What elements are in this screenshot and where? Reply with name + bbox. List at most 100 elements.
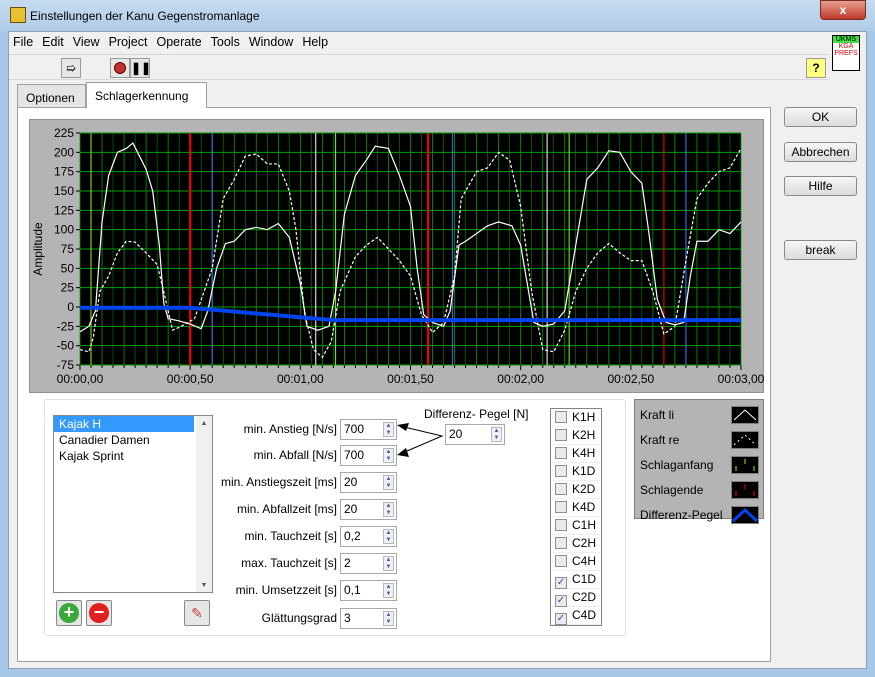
profile-list-item[interactable]: Canadier Damen: [54, 432, 212, 448]
checkbox-label: K1H: [572, 410, 596, 424]
close-button[interactable]: x: [820, 0, 866, 20]
checkbox-label: K2D: [572, 482, 596, 496]
checkbox-unchecked-icon[interactable]: [555, 447, 567, 459]
spinner-icon[interactable]: ▲ ▼: [383, 448, 394, 463]
checkbox-unchecked-icon[interactable]: [555, 501, 567, 513]
legend-swatch-icon[interactable]: [731, 481, 759, 499]
remove-profile-button[interactable]: −: [86, 600, 112, 626]
spinner-icon[interactable]: ▲ ▼: [383, 611, 394, 626]
spinner-icon[interactable]: ▲ ▼: [383, 583, 394, 598]
param-field[interactable]: 700 ▲ ▼: [340, 445, 397, 466]
spinner-icon[interactable]: ▲ ▼: [383, 475, 394, 490]
ok-button[interactable]: OK: [784, 107, 857, 127]
spinner-icon[interactable]: ▲ ▼: [383, 556, 394, 571]
param-field[interactable]: 20 ▲ ▼: [340, 472, 397, 493]
list-scrollbar[interactable]: ▲ ▼: [196, 416, 212, 592]
checkbox-label: K1D: [572, 464, 596, 478]
menu-help[interactable]: Help: [298, 32, 333, 49]
checkbox-label: K4D: [572, 500, 596, 514]
spinner-icon[interactable]: ▲ ▼: [383, 529, 394, 544]
checkbox-unchecked-icon[interactable]: [555, 483, 567, 495]
legend-label: Differenz-Pegel: [640, 508, 723, 522]
param-value: 20: [344, 502, 358, 516]
param-field[interactable]: 20 ▲ ▼: [340, 499, 397, 520]
help-button[interactable]: Hilfe: [784, 176, 857, 196]
checkbox-unchecked-icon[interactable]: [555, 429, 567, 441]
param-field[interactable]: 0,1 ▲ ▼: [340, 580, 397, 601]
checkbox-unchecked-icon[interactable]: [555, 537, 567, 549]
checkbox-k1h[interactable]: K1H: [551, 409, 601, 427]
spinner-icon[interactable]: ▲ ▼: [383, 502, 394, 517]
spinner-icon[interactable]: ▲ ▼: [491, 427, 502, 442]
menu-file[interactable]: File: [9, 32, 38, 49]
checkbox-c1h[interactable]: C1H: [551, 517, 601, 535]
profile-list-item[interactable]: Kajak Sprint: [54, 448, 212, 464]
menu-view[interactable]: View: [69, 32, 105, 49]
legend-swatch-icon[interactable]: [731, 431, 759, 449]
break-button[interactable]: break: [784, 240, 857, 260]
menu-tools[interactable]: Tools: [207, 32, 245, 49]
cancel-button[interactable]: Abbrechen: [784, 142, 857, 162]
y-tick-label: 150: [54, 184, 74, 198]
param-field[interactable]: 700 ▲ ▼: [340, 419, 397, 440]
scroll-up-icon[interactable]: ▲: [196, 420, 212, 427]
param-field[interactable]: 3 ▲ ▼: [340, 608, 397, 629]
help-icon[interactable]: ?: [806, 58, 826, 78]
edit-profile-button[interactable]: ✎: [184, 600, 210, 626]
plus-icon: +: [59, 603, 79, 623]
checkbox-c4h[interactable]: C4H: [551, 553, 601, 571]
pause-icon[interactable]: ❚❚: [130, 58, 151, 78]
checkbox-k4h[interactable]: K4H: [551, 445, 601, 463]
param-value: 3: [344, 611, 351, 625]
y-axis-label: Amplitude: [31, 222, 45, 276]
diff-pegel-label: Differenz- Pegel [N]: [424, 407, 529, 421]
checkbox-unchecked-icon[interactable]: [555, 465, 567, 477]
checkbox-c2h[interactable]: C2H: [551, 535, 601, 553]
checkbox-label: C1H: [572, 518, 597, 532]
profile-list[interactable]: Kajak H Canadier Damen Kajak Sprint ▲ ▼: [53, 415, 213, 593]
param-label: min. Umsetzzeit [s]: [235, 583, 337, 597]
spinner-icon[interactable]: ▲ ▼: [383, 422, 394, 437]
add-profile-button[interactable]: +: [56, 600, 82, 626]
checkbox-k2h[interactable]: K2H: [551, 427, 601, 445]
checkbox-k4d[interactable]: K4D: [551, 499, 601, 517]
menu-window[interactable]: Window: [245, 32, 298, 49]
diff-pegel-field[interactable]: 20 ▲ ▼: [445, 424, 505, 445]
checkbox-c1d[interactable]: ✓ C1D: [551, 571, 601, 589]
menu-bar: File Edit View Project Operate Tools Window Hel…: [9, 32, 829, 54]
tab-schlagerkennung[interactable]: Schlagerkennung: [86, 82, 207, 108]
checkbox-unchecked-icon[interactable]: [555, 555, 567, 567]
y-tick-label: 100: [54, 223, 74, 237]
checkbox-label: C4H: [572, 554, 597, 568]
checkbox-k2d[interactable]: K2D: [551, 481, 601, 499]
checkbox-c2d[interactable]: ✓ C2D: [551, 589, 601, 607]
checkbox-checked-icon[interactable]: ✓: [555, 577, 567, 589]
x-tick-label: 00:02,00: [497, 372, 544, 386]
menu-operate[interactable]: Operate: [152, 32, 206, 49]
class-checklist: K1H K2H K4H K1D K2D K4D C1H C2H C4H ✓ C1D ✓ C2D ✓ C4D: [550, 408, 602, 626]
checkbox-c4d[interactable]: ✓ C4D: [551, 607, 601, 625]
legend-swatch-icon[interactable]: [731, 506, 759, 524]
checkbox-unchecked-icon[interactable]: [555, 411, 567, 423]
legend-swatch-icon[interactable]: [731, 456, 759, 474]
legend-label: Schlagende: [640, 483, 704, 497]
param-field[interactable]: 2 ▲ ▼: [340, 553, 397, 574]
tab-optionen[interactable]: Optionen: [17, 84, 86, 108]
profile-list-item[interactable]: Kajak H: [54, 416, 194, 432]
param-field[interactable]: 0,2 ▲ ▼: [340, 526, 397, 547]
legend-swatch-icon[interactable]: [731, 406, 759, 424]
run-arrow-icon[interactable]: ➯: [61, 58, 81, 78]
logo-text2: KGA PREFS: [834, 43, 858, 57]
menu-edit[interactable]: Edit: [38, 32, 69, 49]
title-bar: Einstellungen der Kanu Gegenstromanlage …: [0, 0, 875, 31]
checkbox-k1d[interactable]: K1D: [551, 463, 601, 481]
scroll-down-icon[interactable]: ▼: [196, 582, 212, 589]
checkbox-unchecked-icon[interactable]: [555, 519, 567, 531]
logo: UKMS KGA PREFS: [832, 35, 860, 71]
param-label: min. Abfallzeit [ms]: [236, 502, 337, 516]
chart-panel: 225 200 175 150 125 100 75 50 25 0 -25 -50 -75 00:00,…: [29, 119, 765, 393]
menu-project[interactable]: Project: [105, 32, 153, 49]
checkbox-checked-icon[interactable]: ✓: [555, 595, 567, 607]
checkbox-checked-icon[interactable]: ✓: [555, 613, 567, 625]
abort-button[interactable]: [110, 58, 130, 78]
